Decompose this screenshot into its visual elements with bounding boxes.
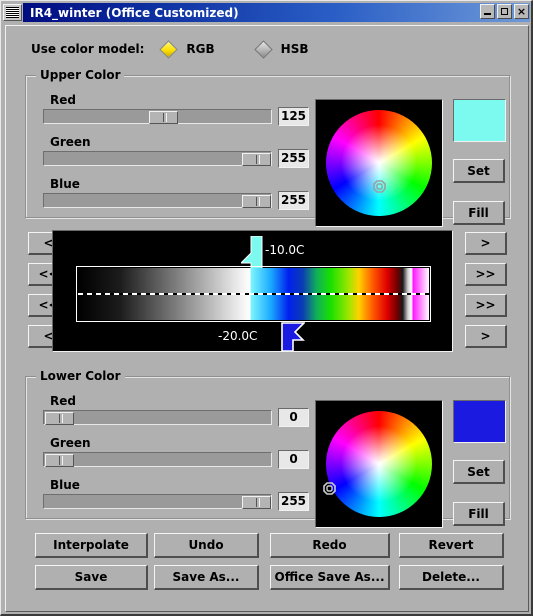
- lower-color-title: Lower Color: [36, 369, 125, 383]
- colorbar-next-button-1[interactable]: >: [465, 232, 507, 255]
- colorbar-lower-marker-label: -20.0C: [218, 329, 258, 343]
- color-model-row: Use color model: RGB HSB: [31, 39, 309, 59]
- undo-button[interactable]: Undo: [154, 533, 259, 558]
- colorbar-lower-marker-arrow-icon[interactable]: [281, 320, 305, 351]
- upper-blue-slider[interactable]: [43, 193, 272, 208]
- colorbar-next-fast-button-2[interactable]: >>: [465, 294, 507, 317]
- lower-red-slider-thumb[interactable]: [45, 412, 74, 425]
- lower-blue-slider[interactable]: [43, 494, 272, 509]
- window-title: IR4_winter (Office Customized): [30, 5, 239, 20]
- lower-blue-label: Blue: [50, 478, 80, 492]
- lower-green-slider[interactable]: [43, 452, 272, 467]
- radio-hsb-label: HSB: [280, 42, 309, 56]
- lower-color-wheel[interactable]: [315, 400, 443, 528]
- close-icon: ×: [516, 5, 527, 18]
- upper-red-value[interactable]: 125: [278, 107, 309, 126]
- radio-rgb[interactable]: RGB: [159, 39, 215, 59]
- upper-red-slider-thumb[interactable]: [149, 111, 178, 124]
- redo-button[interactable]: Redo: [270, 533, 390, 558]
- lower-fill-button[interactable]: Fill: [453, 502, 505, 526]
- lower-blue-value[interactable]: 255: [278, 492, 309, 511]
- office-save-as-button[interactable]: Office Save As...: [270, 565, 390, 590]
- upper-set-button[interactable]: Set: [453, 159, 505, 183]
- upper-red-slider[interactable]: [43, 109, 272, 124]
- close-button[interactable]: ×: [514, 4, 529, 19]
- application-window: IR4_winter (Office Customized) × Use col…: [0, 0, 533, 616]
- save-button[interactable]: Save: [35, 565, 148, 590]
- upper-blue-label: Blue: [50, 177, 80, 191]
- colorbar-next-button-3[interactable]: >: [465, 325, 507, 348]
- lower-color-wheel-marker[interactable]: [323, 482, 336, 495]
- upper-color-swatch: [453, 99, 506, 142]
- upper-color-wheel[interactable]: [315, 99, 443, 227]
- lower-green-value[interactable]: 0: [278, 450, 309, 469]
- lower-red-slider[interactable]: [43, 410, 272, 425]
- revert-button[interactable]: Revert: [399, 533, 504, 558]
- upper-blue-value[interactable]: 255: [278, 191, 309, 210]
- upper-green-slider[interactable]: [43, 151, 272, 166]
- minimize-button[interactable]: [480, 4, 495, 19]
- color-model-label: Use color model:: [31, 42, 145, 56]
- window-controls: ×: [480, 4, 529, 19]
- maximize-button[interactable]: [497, 4, 512, 19]
- upper-color-title: Upper Color: [36, 68, 125, 82]
- upper-green-label: Green: [50, 135, 91, 149]
- lower-red-value[interactable]: 0: [278, 408, 309, 427]
- lower-green-label: Green: [50, 436, 91, 450]
- client-area: Use color model: RGB HSB Upper Color Red…: [5, 25, 529, 612]
- upper-color-group: Upper Color Red 125 Green 255 Blue 255 S…: [25, 68, 510, 227]
- radio-hsb-diamond-icon: [253, 39, 273, 59]
- colorbar-panel[interactable]: -10.0C -20.0C: [52, 230, 453, 352]
- upper-color-wheel-disc[interactable]: [326, 110, 432, 216]
- upper-green-value[interactable]: 255: [278, 149, 309, 168]
- upper-color-wheel-marker[interactable]: [373, 180, 386, 193]
- radio-hsb[interactable]: HSB: [253, 39, 309, 59]
- upper-red-label: Red: [50, 93, 76, 107]
- interpolate-button[interactable]: Interpolate: [35, 533, 148, 558]
- lower-color-swatch: [453, 400, 506, 443]
- upper-fill-button[interactable]: Fill: [453, 201, 505, 225]
- radio-rgb-label: RGB: [186, 42, 215, 56]
- colorbar-next-fast-button-1[interactable]: >>: [465, 263, 507, 286]
- lower-color-group: Lower Color Red 0 Green 0 Blue 255 Set F…: [25, 369, 510, 528]
- colorbar-upper-marker-label: -10.0C: [265, 243, 305, 257]
- window-menu-icon[interactable]: [3, 4, 22, 21]
- lower-color-wheel-disc[interactable]: [326, 411, 432, 517]
- title-bar-gradient: IR4_winter (Office Customized) ×: [23, 3, 530, 22]
- radio-rgb-diamond-icon: [159, 39, 179, 59]
- delete-button[interactable]: Delete...: [399, 565, 504, 590]
- colorbar-midline-icon: [78, 293, 429, 295]
- lower-red-label: Red: [50, 394, 76, 408]
- upper-green-slider-thumb[interactable]: [242, 153, 271, 166]
- upper-blue-slider-thumb[interactable]: [242, 195, 271, 208]
- save-as-button[interactable]: Save As...: [154, 565, 259, 590]
- lower-green-slider-thumb[interactable]: [45, 454, 74, 467]
- title-bar: IR4_winter (Office Customized) ×: [3, 3, 530, 22]
- lower-set-button[interactable]: Set: [453, 460, 505, 484]
- colorbar-strip[interactable]: [76, 266, 431, 322]
- lower-blue-slider-thumb[interactable]: [242, 496, 271, 509]
